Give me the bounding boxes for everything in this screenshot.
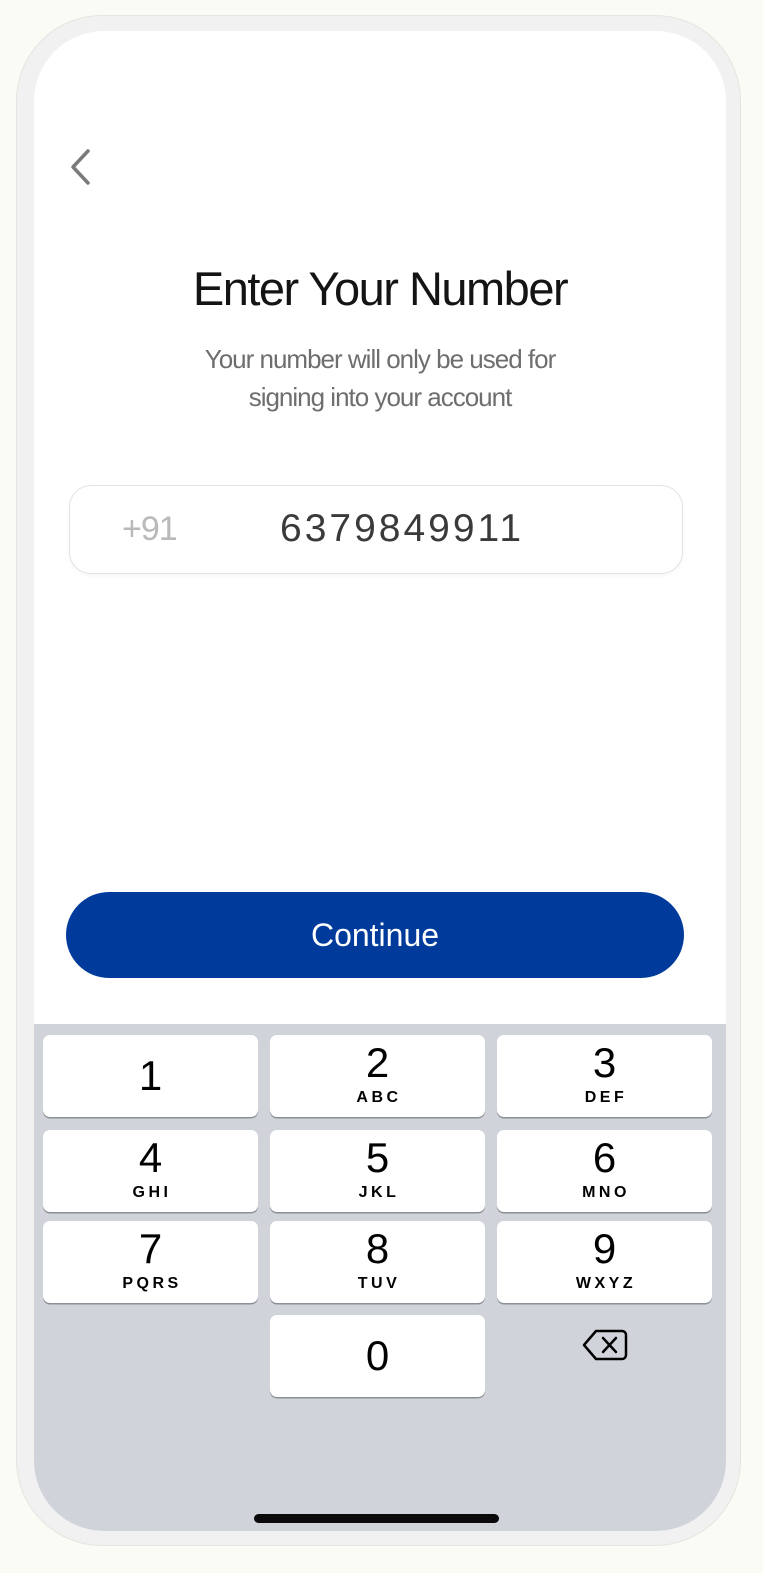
subtitle-line: signing into your account: [248, 382, 513, 412]
key-digit: 9: [592, 1225, 617, 1272]
key-4[interactable]: 4 GHI: [43, 1130, 258, 1212]
key-letters: PQRS: [122, 1275, 182, 1292]
key-5[interactable]: 5 JKL: [270, 1130, 485, 1212]
country-code[interactable]: +91: [122, 486, 178, 572]
key-7[interactable]: 7 PQRS: [43, 1221, 258, 1303]
chevron-left-icon: [71, 149, 90, 185]
continue-button[interactable]: Continue: [66, 892, 684, 978]
key-letters: DEF: [584, 1089, 628, 1106]
home-indicator[interactable]: [254, 1514, 499, 1523]
key-digit: 0: [365, 1332, 390, 1379]
key-letters: MNO: [582, 1184, 630, 1201]
key-digit: 3: [592, 1039, 617, 1086]
key-digit: 5: [365, 1134, 390, 1181]
key-digit: 8: [365, 1225, 390, 1272]
key-letters: TUV: [357, 1275, 401, 1292]
key-8[interactable]: 8 TUV: [270, 1221, 485, 1303]
key-letters: ABC: [356, 1089, 402, 1106]
key-letters: JKL: [358, 1184, 400, 1201]
key-digit: 1: [138, 1052, 163, 1099]
delete-key[interactable]: [497, 1304, 712, 1386]
key-letters: GHI: [132, 1184, 172, 1201]
key-6[interactable]: 6 MNO: [497, 1130, 712, 1212]
phone-screen: Enter Your Number Your number will only …: [34, 31, 726, 1531]
phone-number-field[interactable]: +91 6379849911: [69, 485, 683, 574]
back-button[interactable]: [62, 143, 98, 191]
page-subtitle: Your number will only be used for signin…: [34, 340, 726, 416]
key-digit: 4: [138, 1134, 163, 1181]
backspace-icon: [582, 1329, 627, 1361]
key-digit: 6: [592, 1134, 617, 1181]
key-1[interactable]: 1: [43, 1035, 258, 1117]
key-0[interactable]: 0: [270, 1315, 485, 1397]
numeric-keypad: 1 2 ABC 3 DEF 4 GHI 5 JKL 6 MNO 7 PQRS 8: [34, 1024, 726, 1531]
page-title: Enter Your Number: [192, 262, 569, 315]
key-digit: 7: [138, 1225, 163, 1272]
subtitle-line: Your number will only be used for: [204, 344, 556, 374]
key-3[interactable]: 3 DEF: [497, 1035, 712, 1117]
key-letters: WXYZ: [575, 1275, 637, 1292]
key-2[interactable]: 2 ABC: [270, 1035, 485, 1117]
key-digit: 2: [365, 1039, 390, 1086]
phone-number-input[interactable]: 6379849911: [280, 486, 524, 572]
key-9[interactable]: 9 WXYZ: [497, 1221, 712, 1303]
